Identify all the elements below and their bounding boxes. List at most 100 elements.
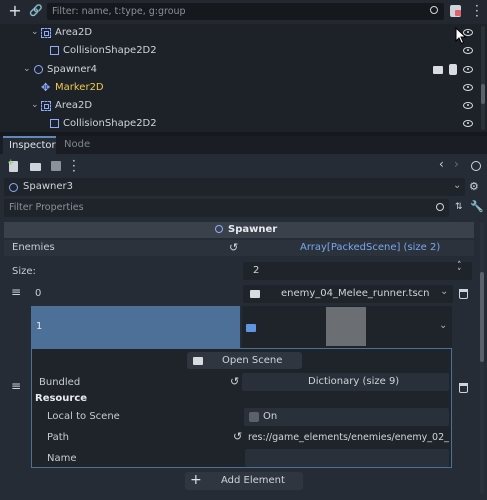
scene-tree-scrollbar[interactable] bbox=[481, 26, 485, 130]
collision-shape-icon bbox=[50, 119, 59, 128]
area2d-icon bbox=[41, 28, 51, 38]
add-element-button[interactable]: + Add Element bbox=[185, 472, 303, 490]
property-row-enemies: Enemies ↺ Array[PackedScene] (size 2) bbox=[4, 240, 474, 256]
visibility-eye-icon[interactable] bbox=[463, 120, 473, 127]
tree-node-label: Area2D bbox=[55, 100, 93, 111]
chevron-down-icon: ⌄ bbox=[23, 64, 31, 74]
visibility-eye-icon[interactable] bbox=[463, 66, 473, 73]
script-filter-icon[interactable] bbox=[450, 5, 461, 17]
chevron-down-icon: ⌄ bbox=[439, 320, 448, 331]
visibility-eye-icon[interactable] bbox=[463, 84, 473, 91]
visibility-eye-icon[interactable] bbox=[463, 47, 473, 54]
filter-properties-field[interactable]: Filter Properties bbox=[4, 199, 449, 217]
tree-row-collisionshape[interactable]: CollisionShape2D2 bbox=[0, 42, 480, 60]
chevron-down-icon: ⌄ bbox=[31, 100, 39, 110]
array-element-1-index-field[interactable]: 1 bbox=[31, 306, 240, 348]
tab-label: Node bbox=[64, 139, 91, 150]
script-icon[interactable] bbox=[449, 64, 457, 75]
array-element-0: ≡ 0 enemy_04_Melee_runner.tscn ⌄ bbox=[4, 284, 476, 304]
tree-row-collisionshape[interactable]: CollisionShape2D2 bbox=[0, 115, 480, 133]
tree-node-label: Spawner4 bbox=[47, 64, 97, 75]
history-forward-icon[interactable]: › bbox=[454, 157, 459, 171]
tree-node-label: Marker2D bbox=[55, 82, 104, 93]
tree-row-area2d[interactable]: ⌄ Area2D bbox=[0, 24, 480, 42]
section-title: Spawner bbox=[228, 224, 278, 235]
element-index: 0 bbox=[35, 288, 42, 299]
tree-node-label: CollisionShape2D2 bbox=[63, 118, 157, 129]
packed-scene-icon bbox=[246, 324, 256, 332]
add-element-label: Add Element bbox=[221, 475, 285, 486]
scene-toolbar: + 🔗 Filter: name, t:type, g:group · · · bbox=[0, 0, 487, 24]
bundled-value: Dictionary (size 9) bbox=[308, 376, 400, 387]
size-label: Size: bbox=[12, 266, 36, 277]
chevron-down-icon: ⌄ bbox=[31, 27, 39, 37]
object-name: Spawner3 bbox=[23, 181, 73, 192]
object-tools-icon[interactable]: ⚙ bbox=[469, 181, 481, 193]
search-icon bbox=[436, 203, 444, 211]
tab-label: Inspector bbox=[9, 140, 56, 151]
resource-subpanel: Open Scene Bundled ↺ Dictionary (size 9)… bbox=[31, 348, 452, 468]
scene-filter-placeholder: Filter: name, t:type, g:group bbox=[52, 6, 186, 17]
scene-thumbnail bbox=[326, 307, 366, 346]
size-spinbox[interactable]: 2 ˄ ˅ bbox=[243, 262, 472, 280]
inspector-scrollbar[interactable] bbox=[480, 222, 484, 494]
drag-handle-icon[interactable]: ≡ bbox=[11, 379, 21, 393]
revert-icon[interactable]: ↺ bbox=[229, 241, 238, 254]
area2d-icon bbox=[41, 101, 51, 111]
packed-scene-icon bbox=[250, 290, 260, 298]
save-icon[interactable] bbox=[51, 161, 61, 171]
scene-filter-field[interactable]: Filter: name, t:type, g:group bbox=[47, 3, 444, 20]
tree-row-spawner4[interactable]: ⌄ Spawner4 bbox=[0, 61, 480, 79]
mouse-cursor-icon bbox=[455, 27, 467, 45]
array-element-1-value[interactable]: ⌄ bbox=[242, 306, 452, 348]
trash-icon[interactable] bbox=[459, 383, 468, 393]
drag-handle-icon[interactable]: ≡ bbox=[11, 285, 21, 299]
tree-row-area2d[interactable]: ⌄ Area2D bbox=[0, 97, 480, 115]
search-icon bbox=[430, 6, 438, 14]
checkbox[interactable] bbox=[249, 412, 259, 422]
more-options-icon[interactable]: · · · bbox=[72, 155, 76, 177]
scene-file-name: enemy_04_Melee_runner.tscn bbox=[281, 288, 430, 299]
tab-node[interactable]: Node bbox=[58, 136, 98, 154]
object-selector[interactable]: Spawner3 ⌄ bbox=[4, 178, 465, 196]
revert-icon[interactable]: ↺ bbox=[233, 430, 242, 443]
visibility-eye-icon[interactable] bbox=[463, 102, 473, 109]
settings-icon[interactable]: 🔧 bbox=[470, 201, 484, 213]
path-field[interactable]: res://game_elements/enemies/enemy_02_gun bbox=[245, 429, 449, 447]
section-header-spawner[interactable]: Spawner bbox=[4, 222, 474, 238]
new-resource-icon[interactable]: + bbox=[7, 159, 18, 172]
open-scene-button[interactable]: Open Scene bbox=[187, 352, 302, 369]
link-icon[interactable]: 🔗 bbox=[29, 4, 43, 18]
more-options-icon[interactable]: · · · bbox=[475, 0, 479, 22]
revert-icon[interactable]: ↺ bbox=[230, 375, 239, 388]
property-label: Enemies bbox=[12, 242, 55, 253]
packed-scene-picker[interactable]: enemy_04_Melee_runner.tscn ⌄ bbox=[243, 285, 453, 303]
clapperboard-icon[interactable] bbox=[433, 66, 443, 74]
open-folder-icon[interactable] bbox=[30, 163, 41, 171]
local-to-scene-label: Local to Scene bbox=[47, 411, 120, 422]
chevron-down-icon: ⌄ bbox=[440, 286, 449, 297]
enemies-array-value[interactable]: Array[PackedScene] (size 2) bbox=[300, 242, 440, 253]
node-icon bbox=[9, 183, 18, 192]
clapperboard-icon bbox=[193, 357, 203, 365]
inspector-panel: + · · · ‹ › Spawner3 ⌄ ⚙ Filter Properties… bbox=[0, 154, 487, 500]
element-index: 1 bbox=[36, 321, 43, 332]
bundled-dictionary-field[interactable]: Dictionary (size 9) bbox=[242, 373, 449, 391]
tab-inspector[interactable]: Inspector bbox=[3, 136, 56, 154]
local-to-scene-checkbox-field[interactable]: On bbox=[244, 408, 449, 426]
size-value: 2 bbox=[253, 265, 260, 276]
plus-icon: + bbox=[190, 472, 202, 488]
history-icon[interactable] bbox=[471, 161, 481, 171]
name-field[interactable] bbox=[245, 449, 449, 467]
path-label: Path bbox=[47, 432, 69, 443]
sort-options-icon[interactable]: ⇅ bbox=[455, 202, 464, 213]
collision-shape-icon bbox=[50, 46, 59, 55]
history-back-icon[interactable]: ‹ bbox=[439, 157, 444, 171]
bundled-label: Bundled bbox=[39, 377, 81, 388]
tree-row-marker2d[interactable]: ✥ Marker2D bbox=[0, 79, 480, 97]
add-node-icon[interactable]: + bbox=[8, 3, 22, 19]
trash-icon[interactable] bbox=[459, 289, 468, 299]
spin-arrows-icon[interactable]: ˄ ˅ bbox=[457, 262, 462, 278]
filter-properties-placeholder: Filter Properties bbox=[9, 202, 84, 213]
chevron-down-icon: ⌄ bbox=[453, 180, 462, 191]
